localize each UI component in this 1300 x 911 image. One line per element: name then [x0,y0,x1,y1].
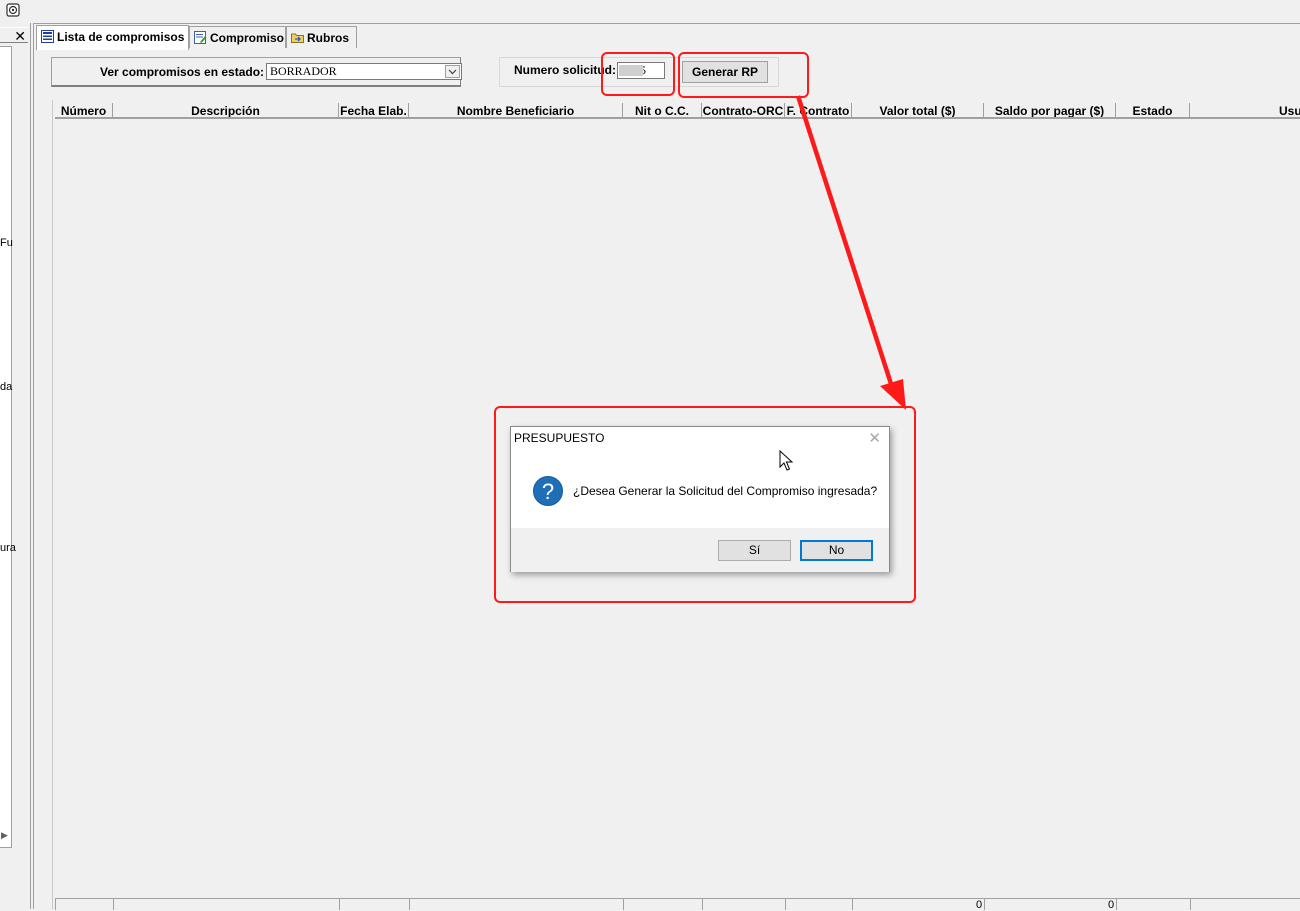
column-header-nit[interactable]: Nit o C.C. [623,103,702,117]
cell-divider [702,899,703,910]
column-header-numero[interactable]: Número [55,103,113,117]
grid-header: Número Descripción Fecha Elab. Nombre Be… [55,103,1300,119]
chevron-down-icon[interactable] [445,65,460,78]
annotation-box-solicitud [601,52,675,96]
column-header-valor-total[interactable]: Valor total ($) [852,103,984,117]
column-header-beneficiario[interactable]: Nombre Beneficiario [409,103,623,117]
tab-label: Lista de compromisos [57,30,185,44]
column-header-descripcion[interactable]: Descripción [113,103,339,117]
cell-divider [785,899,786,910]
tab-rubros[interactable]: Rubros [286,26,357,48]
splitter[interactable] [33,23,34,909]
chevron-right-icon[interactable]: ▶ [1,830,8,841]
tab-lista-compromisos[interactable]: Lista de compromisos [36,25,189,50]
cell-divider [339,899,340,910]
annotation-box-generar [678,52,809,98]
column-header-estado[interactable]: Estado [1116,103,1190,117]
column-header-usuario[interactable]: Usuario [1190,103,1300,117]
cell-divider [113,899,114,910]
total-saldo: 0 [1108,899,1115,911]
tab-label: Rubros [307,31,349,45]
close-panel-button[interactable]: ✕ [0,27,28,44]
top-border [33,23,1300,24]
left-tree-panel[interactable] [0,46,12,848]
left-panel-text: Fu [0,237,13,249]
cell-divider [1116,899,1117,910]
annotation-box-dialog [494,406,916,603]
title-strip [0,0,1300,24]
cell-divider [852,899,853,910]
cell-divider [984,899,985,910]
estado-select-value: BORRADOR [270,64,337,78]
estado-select[interactable]: BORRADOR [266,63,462,80]
cell-divider [409,899,410,910]
column-header-saldo[interactable]: Saldo por pagar ($) [984,103,1116,117]
left-panel-text: ura [0,542,16,554]
close-icon: ✕ [14,28,26,44]
tab-compromiso[interactable]: Compromiso [189,26,286,48]
total-valor: 0 [976,899,983,911]
column-header-fecha[interactable]: Fecha Elab. [339,103,409,117]
grid-totals-row: 0 0 [55,898,1300,911]
folder-arrow-icon [291,33,304,43]
column-header-fecha-contrato[interactable]: F. Contrato [785,103,852,117]
column-header-contrato[interactable]: Contrato-ORC [702,103,785,117]
list-icon [41,30,54,43]
filter-label: Ver compromisos en estado: [100,65,265,79]
app-icon [6,3,20,17]
left-panel-text: da [0,381,13,393]
document-edit-icon [194,31,207,44]
tab-label: Compromiso [210,31,285,45]
cell-divider [55,899,56,910]
cell-divider [623,899,624,910]
cell-divider [1190,899,1191,910]
grid-border [52,100,53,909]
